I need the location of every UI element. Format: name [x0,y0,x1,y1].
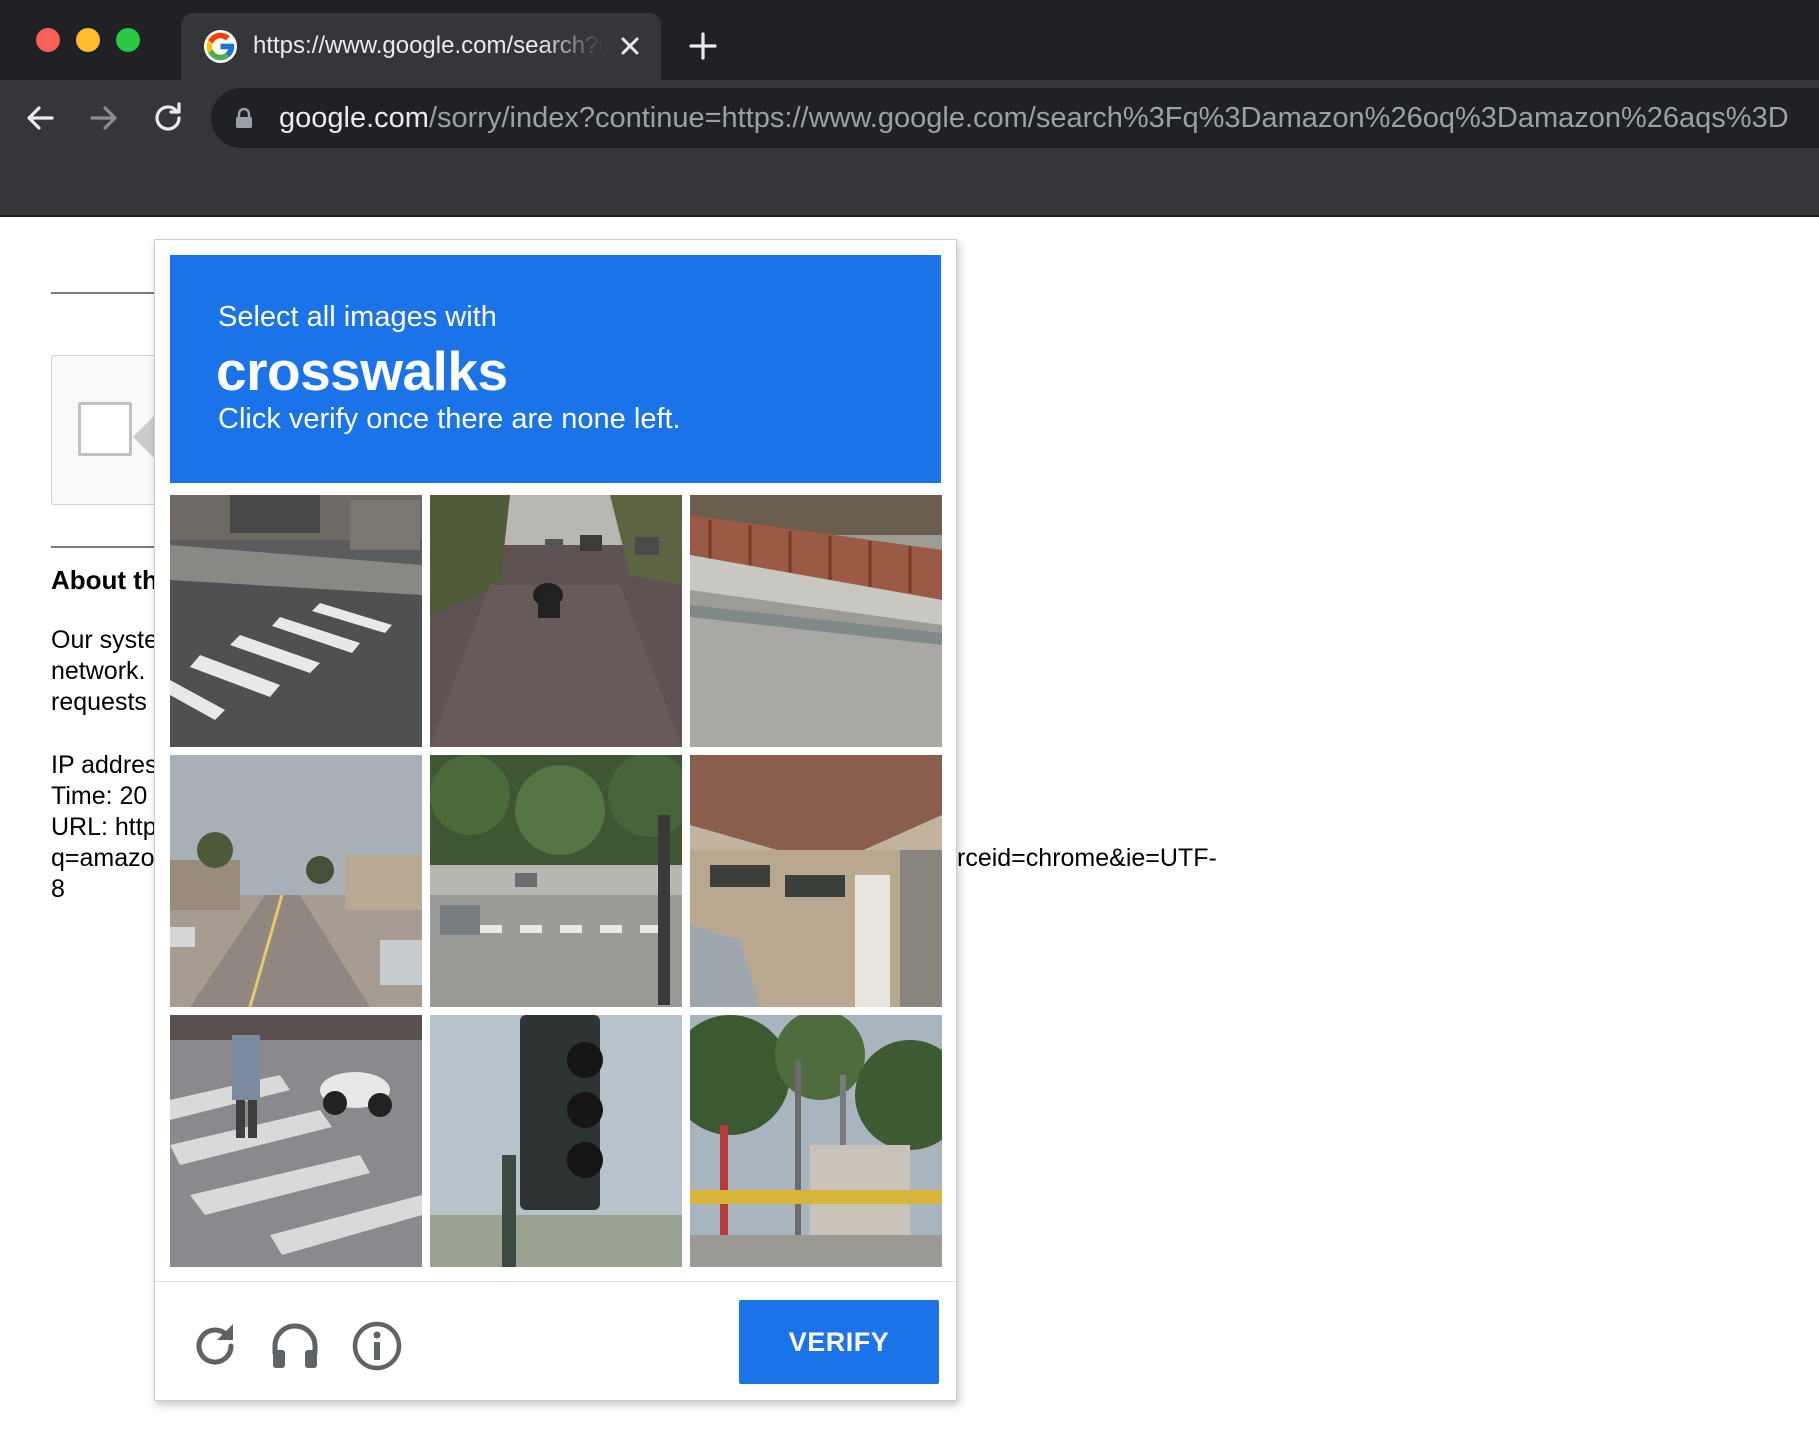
reload-icon[interactable] [189,1320,241,1372]
google-favicon-icon [204,30,237,63]
about-text-line: network. [51,657,146,685]
url-host: google.com [279,102,429,134]
image-grid [170,495,942,1267]
ip-address-line: IP addres [51,751,158,779]
address-url[interactable]: google.com/sorry/index?continue=https://… [279,100,1789,136]
challenge-footer: VERIFY [155,1281,956,1400]
recaptcha-challenge: Select all images with crosswalks Click … [154,239,957,1401]
reload-icon[interactable] [146,96,190,140]
image-tile-traffic-light[interactable] [430,1015,682,1267]
forward-arrow-icon[interactable] [82,96,126,140]
about-heading: About th [51,565,158,595]
time-line: Time: 20 [51,782,148,810]
url-line: URL: http [51,813,157,841]
url-line-continued: q=amazo [51,844,155,872]
url-path: /sorry/index?continue=https://www.google… [428,102,1789,134]
window-close-button[interactable] [36,28,60,52]
image-tile-house-garage-car[interactable] [690,755,942,1007]
image-tile-sidewalk-red-railing[interactable] [690,495,942,747]
instruction-text: Select all images with [218,301,497,333]
lock-icon[interactable] [235,107,253,129]
browser-tab[interactable]: https://www.google.com/search?q=amazon [181,13,661,80]
image-tile-residential-street-palms[interactable] [170,755,422,1007]
browser-tab-bar: https://www.google.com/search?q=amazon [0,0,1819,80]
instruction-subtext: Click verify once there are none left. [218,403,681,435]
back-arrow-icon[interactable] [18,96,62,140]
challenge-header: Select all images with crosswalks Click … [170,255,941,483]
image-tile-motorcycle-road[interactable] [430,495,682,747]
verify-button[interactable]: VERIFY [739,1300,939,1384]
info-icon[interactable] [351,1320,403,1372]
image-tile-pedestrian-crosswalk-scooter[interactable] [170,1015,422,1267]
close-icon[interactable] [613,29,647,63]
window-minimize-button[interactable] [76,28,100,52]
about-text-line: Our syste [51,626,158,654]
divider [51,292,161,294]
about-text-line: requests [51,688,147,716]
recaptcha-checkbox[interactable] [78,402,132,456]
address-bar[interactable]: google.com/sorry/index?continue=https://… [211,88,1819,148]
window-zoom-button[interactable] [116,28,140,52]
divider [51,546,161,548]
browser-toolbar: google.com/sorry/index?continue=https://… [0,80,1819,217]
plus-icon[interactable] [686,29,720,63]
image-tile-crosswalk-street-corner[interactable] [170,495,422,747]
headphones-icon[interactable] [269,1320,321,1372]
challenge-pointer [133,415,155,459]
image-tile-street-signs-trees[interactable] [690,1015,942,1267]
target-object-label: crosswalks [216,340,508,402]
url-line-continued: 8 [51,875,65,903]
url-line-tail: rceid=chrome&ie=UTF- [957,844,1217,872]
tab-title: https://www.google.com/search?q=amazon [253,32,603,59]
image-tile-intersection-crosswalk[interactable] [430,755,682,1007]
